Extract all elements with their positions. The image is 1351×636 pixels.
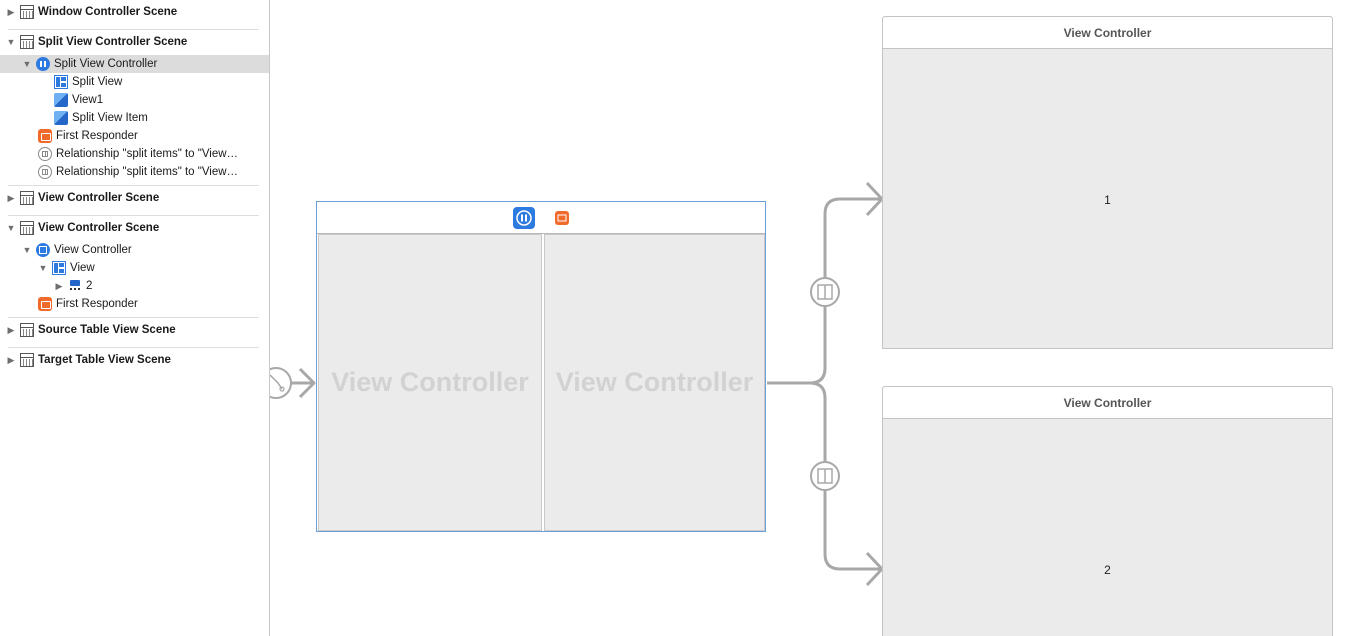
outline-row-source-table-view-scene[interactable]: ▶ Source Table View Scene xyxy=(0,321,269,339)
view-controller-scene-2[interactable]: View Controller 2 xyxy=(882,386,1333,636)
scene-title: View Controller xyxy=(883,387,1332,419)
outline-row-label: Split View xyxy=(72,76,123,88)
outline-row-label: Split View Item xyxy=(72,112,148,124)
outline-row-label: Source Table View Scene xyxy=(38,324,176,336)
outline-row-label: 2 xyxy=(86,280,93,292)
cube-icon xyxy=(54,111,68,125)
initial-controller-arrow-icon[interactable] xyxy=(270,367,316,399)
disclosure-collapsed-icon[interactable]: ▶ xyxy=(54,281,64,291)
scene-icon xyxy=(20,35,34,49)
split-view-controller-icon[interactable] xyxy=(513,207,535,229)
outline-row-relationship-2[interactable]: Relationship "split items" to "View… xyxy=(0,163,269,181)
outline-row-view-controller[interactable]: ▼ View Controller xyxy=(0,241,269,259)
outline-row-view-controller-scene-1[interactable]: ▶ View Controller Scene xyxy=(0,189,269,207)
divider xyxy=(8,185,259,186)
outline-row-label: First Responder xyxy=(56,130,138,142)
outline-row-label: Target Table View Scene xyxy=(38,354,171,366)
disclosure-collapsed-icon[interactable]: ▶ xyxy=(6,7,16,17)
custom-view-icon xyxy=(68,279,82,293)
content-label: 1 xyxy=(1104,193,1111,207)
scene-title: View Controller xyxy=(883,17,1332,49)
outline-row-label: Split View Controller xyxy=(54,58,158,70)
outline-row-label: Relationship "split items" to "View… xyxy=(56,148,239,160)
disclosure-expanded-icon[interactable]: ▼ xyxy=(6,223,16,233)
disclosure-collapsed-icon[interactable]: ▶ xyxy=(6,325,16,335)
first-responder-icon xyxy=(38,297,52,311)
split-view-icon xyxy=(54,75,68,89)
scene-dock xyxy=(317,202,765,234)
content-label: 2 xyxy=(1104,563,1111,577)
split-pane-right[interactable]: View Controller xyxy=(544,234,765,531)
view-icon xyxy=(52,261,66,275)
relationship-icon xyxy=(38,165,52,179)
outline-row-view1[interactable]: View1 xyxy=(0,91,269,109)
outline-row-label: Split View Controller Scene xyxy=(38,36,188,48)
outline-row-relationship-1[interactable]: Relationship "split items" to "View… xyxy=(0,145,269,163)
disclosure-collapsed-icon[interactable]: ▶ xyxy=(6,355,16,365)
scene-icon xyxy=(20,353,34,367)
outline-row-split-view-item[interactable]: Split View Item xyxy=(0,109,269,127)
outline-row-view-controller-scene-2[interactable]: ▼ View Controller Scene xyxy=(0,219,269,237)
relationship-icon xyxy=(38,147,52,161)
outline-row-label: View Controller Scene xyxy=(38,222,160,234)
scene-icon xyxy=(20,221,34,235)
outline-row-label: View xyxy=(70,262,95,274)
outline-row-custom-view-2[interactable]: ▶ 2 xyxy=(0,277,269,295)
scene-content-view[interactable]: 2 xyxy=(883,419,1332,636)
view-controller-scene-1[interactable]: View Controller 1 xyxy=(882,16,1333,349)
outline-row-label: View Controller xyxy=(54,244,132,256)
first-responder-icon[interactable] xyxy=(551,207,573,229)
outline-row-label: First Responder xyxy=(56,298,138,310)
outline-row-label: View Controller Scene xyxy=(38,192,160,204)
relationship-badge-icon[interactable] xyxy=(810,277,840,307)
divider xyxy=(8,347,259,348)
outline-row-first-responder[interactable]: First Responder xyxy=(0,127,269,145)
cube-icon xyxy=(54,93,68,107)
split-view-controller-icon xyxy=(36,57,50,71)
pane-placeholder-title: View Controller xyxy=(331,367,529,397)
relationship-badge-icon[interactable] xyxy=(810,461,840,491)
document-outline: ▶ Window Controller Scene ▼ Split View C… xyxy=(0,0,270,636)
scene-icon xyxy=(20,191,34,205)
divider xyxy=(8,29,259,30)
outline-row-view[interactable]: ▼ View xyxy=(0,259,269,277)
outline-row-target-table-view-scene[interactable]: ▶ Target Table View Scene xyxy=(0,351,269,369)
split-view-controller-scene[interactable]: View Controller View Controller xyxy=(316,201,766,532)
outline-row-split-view-controller-scene[interactable]: ▼ Split View Controller Scene xyxy=(0,33,269,51)
scene-icon xyxy=(20,323,34,337)
outline-row-split-view-controller[interactable]: ▼ Split View Controller xyxy=(0,55,269,73)
outline-row-label: Relationship "split items" to "View… xyxy=(56,166,239,178)
outline-row-label: View1 xyxy=(72,94,104,106)
disclosure-collapsed-icon[interactable]: ▶ xyxy=(6,193,16,203)
first-responder-icon xyxy=(38,129,52,143)
disclosure-expanded-icon[interactable]: ▼ xyxy=(22,59,32,69)
disclosure-expanded-icon[interactable]: ▼ xyxy=(38,263,48,273)
outline-row-window-controller-scene[interactable]: ▶ Window Controller Scene xyxy=(0,3,269,21)
outline-row-label: Window Controller Scene xyxy=(38,6,178,18)
pane-placeholder-title: View Controller xyxy=(555,367,754,397)
divider xyxy=(8,317,259,318)
scene-icon xyxy=(20,5,34,19)
split-pane-left[interactable]: View Controller xyxy=(318,234,542,531)
disclosure-expanded-icon[interactable]: ▼ xyxy=(6,37,16,47)
storyboard-canvas[interactable]: View Controller View Controller View Con… xyxy=(270,0,1351,636)
disclosure-expanded-icon[interactable]: ▼ xyxy=(22,245,32,255)
scene-content-view[interactable]: 1 xyxy=(883,49,1332,348)
outline-row-first-responder-2[interactable]: First Responder xyxy=(0,295,269,313)
divider xyxy=(8,215,259,216)
view-controller-icon xyxy=(36,243,50,257)
outline-row-split-view[interactable]: Split View xyxy=(0,73,269,91)
